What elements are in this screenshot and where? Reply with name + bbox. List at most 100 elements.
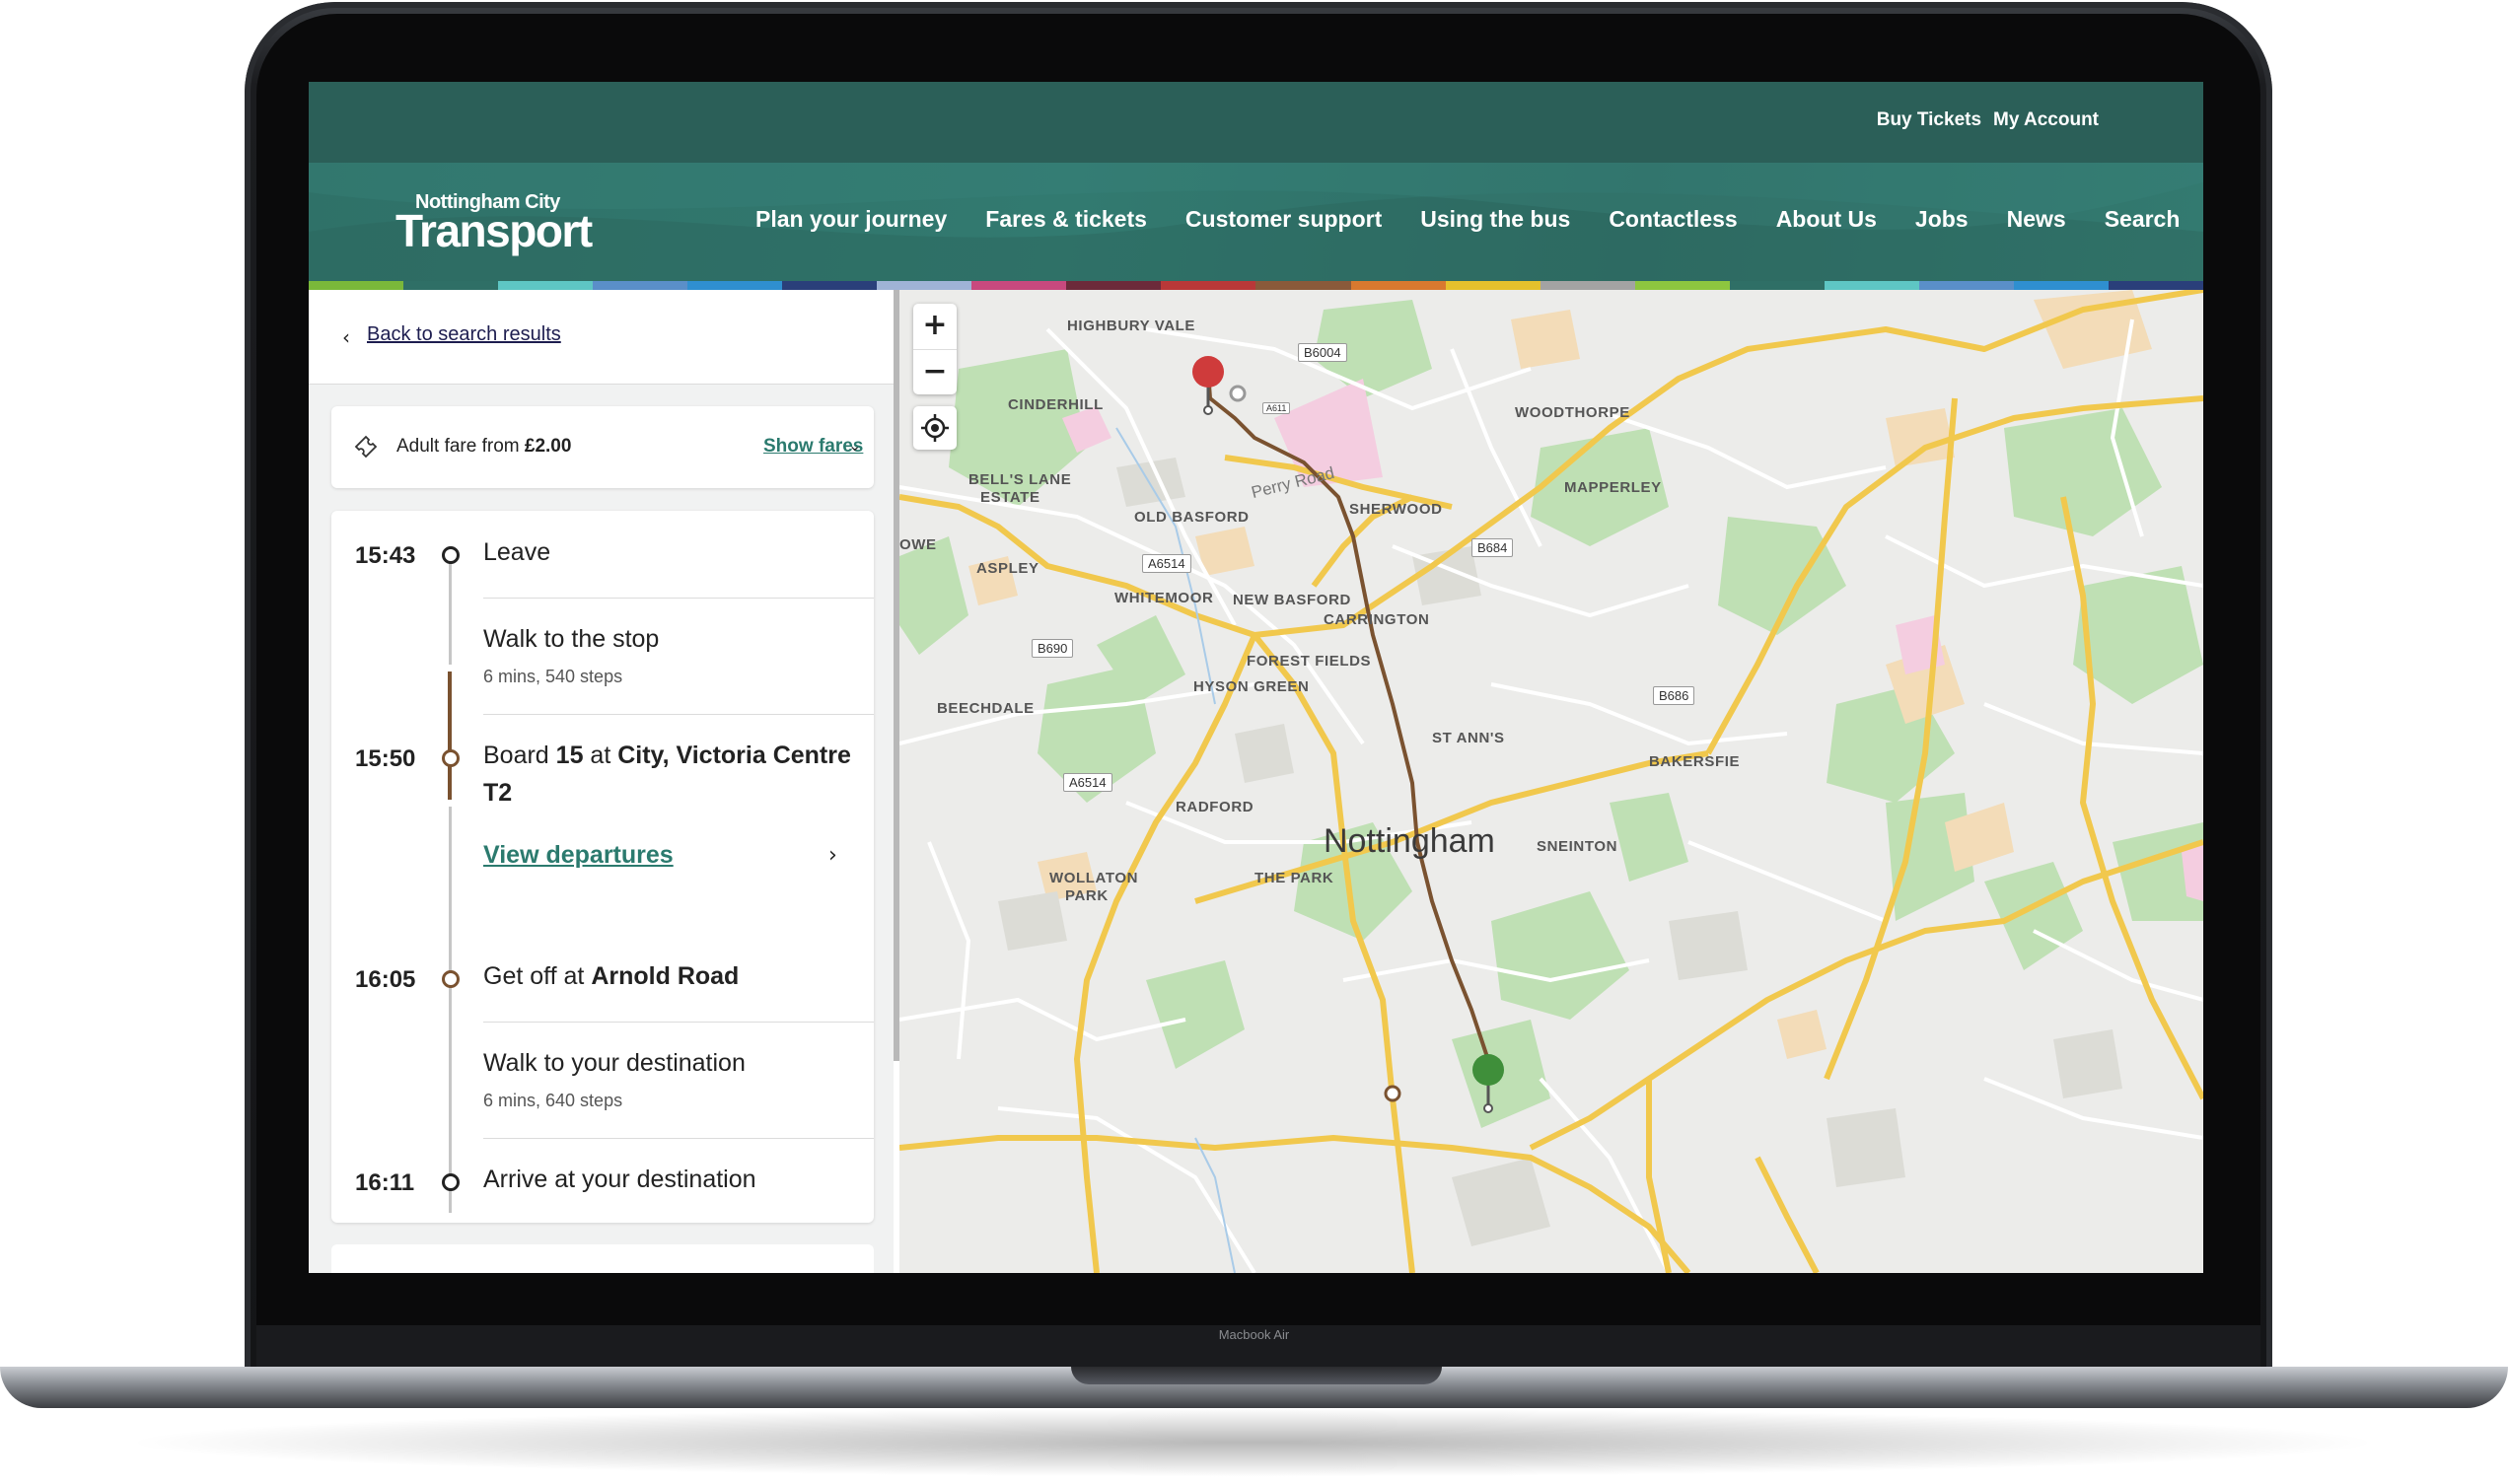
city-label: Nottingham bbox=[1324, 822, 1495, 860]
nav-contactless[interactable]: Contactless bbox=[1609, 206, 1737, 233]
area-label: ST ANN'S bbox=[1432, 730, 1505, 746]
stripe-segment bbox=[2013, 281, 2109, 290]
nav-about-us[interactable]: About Us bbox=[1776, 206, 1877, 233]
area-label: BAKERSFIE bbox=[1649, 753, 1741, 770]
stripe-segment bbox=[1729, 281, 1825, 290]
stripe-segment bbox=[2108, 281, 2203, 290]
nav-fares-tickets[interactable]: Fares & tickets bbox=[985, 206, 1147, 233]
road-number: A6514 bbox=[1142, 554, 1191, 573]
area-label: BEECHDALE bbox=[937, 700, 1035, 717]
area-label: SHERWOOD bbox=[1349, 501, 1443, 518]
walk-to-stop: Walk to the stop bbox=[483, 625, 660, 653]
nav-jobs[interactable]: Jobs bbox=[1915, 206, 1969, 233]
road-number: B690 bbox=[1032, 639, 1074, 658]
bus-line bbox=[448, 671, 452, 800]
divider bbox=[483, 714, 874, 715]
board-time: 15:50 bbox=[355, 745, 416, 772]
area-label: OLD BASFORD bbox=[1134, 509, 1250, 526]
stage: Macbook Air Buy Tickets My Account Notti… bbox=[0, 0, 2508, 1484]
back-bar: ‹ Back to search results bbox=[309, 290, 894, 385]
area-label: BELL'S LANE bbox=[968, 471, 1072, 488]
route-number: 15 bbox=[555, 742, 584, 769]
chevron-down-icon[interactable]: ⌄ bbox=[848, 436, 861, 455]
area-label: NEW BASFORD bbox=[1233, 592, 1351, 608]
walk-start-node bbox=[1229, 385, 1247, 402]
board-instruction: Board 15 at City, Victoria Centre T2 bbox=[483, 738, 858, 812]
origin-pin-icon[interactable] bbox=[1191, 355, 1225, 416]
stripe-segment bbox=[1255, 281, 1351, 290]
stripe-segment bbox=[1161, 281, 1256, 290]
stripe-segment bbox=[877, 281, 972, 290]
stripe-segment bbox=[309, 281, 404, 290]
road-number: A611 bbox=[1262, 402, 1291, 414]
view-departures-link[interactable]: View departures bbox=[483, 841, 674, 870]
chevron-right-icon[interactable]: › bbox=[828, 843, 837, 868]
fare-text: Adult fare from £2.00 bbox=[396, 436, 571, 458]
locate-button[interactable] bbox=[913, 406, 957, 450]
nav-news[interactable]: News bbox=[2007, 206, 2066, 233]
board-prefix: Board bbox=[483, 742, 556, 769]
walk-to-stop-detail: 6 mins, 540 steps bbox=[483, 667, 623, 686]
road-number: B684 bbox=[1471, 538, 1514, 557]
ticket-icon bbox=[354, 435, 378, 459]
area-label: THE PARK bbox=[1254, 870, 1334, 886]
zoom-out-button[interactable]: − bbox=[913, 349, 957, 394]
nav-plan-your-journey[interactable]: Plan your journey bbox=[755, 206, 947, 233]
area-label: MAPPERLEY bbox=[1564, 479, 1662, 496]
zoom-controls: + − bbox=[913, 304, 957, 394]
my-account-link[interactable]: My Account bbox=[1993, 109, 2099, 131]
divider bbox=[483, 598, 874, 599]
leave-label: Leave bbox=[483, 538, 551, 566]
road-number: B6004 bbox=[1298, 343, 1347, 362]
destination-pin-icon[interactable] bbox=[1471, 1053, 1505, 1114]
area-label: WOLLATON bbox=[1049, 870, 1139, 886]
back-to-results-link[interactable]: Back to search results bbox=[367, 323, 561, 346]
walk-line-2 bbox=[449, 814, 452, 1213]
buy-tickets-link[interactable]: Buy Tickets bbox=[1877, 109, 1981, 131]
journey-panel: ‹ Back to search results Adult fare from… bbox=[309, 290, 894, 1273]
walk-line-1 bbox=[449, 546, 452, 665]
stripe-segment bbox=[782, 281, 878, 290]
walk-to-destination: Walk to your destination bbox=[483, 1049, 746, 1077]
stripe-segment bbox=[1350, 281, 1446, 290]
utility-links: Buy Tickets My Account bbox=[1877, 109, 2099, 131]
area-label: SNEINTON bbox=[1537, 838, 1618, 855]
fare-summary: Adult fare from £2.00 Show fares ⌄ bbox=[331, 406, 874, 488]
zoom-in-button[interactable]: + bbox=[913, 304, 957, 349]
stripe-segment bbox=[1066, 281, 1162, 290]
board-mid: at bbox=[583, 742, 618, 769]
utility-bar: Buy Tickets My Account bbox=[309, 82, 2203, 163]
logo-line2: Transport bbox=[395, 205, 593, 256]
browser-screen: Buy Tickets My Account Nottingham City T… bbox=[309, 82, 2203, 1273]
area-label: ASPLEY bbox=[976, 560, 1039, 577]
area-label: HYSON GREEN bbox=[1193, 678, 1310, 695]
stripe-segment bbox=[1634, 281, 1730, 290]
area-label: CINDERHILL bbox=[1008, 396, 1104, 413]
divider bbox=[483, 1138, 874, 1139]
stripe-segment bbox=[498, 281, 594, 290]
chevron-left-icon: ‹ bbox=[342, 325, 350, 349]
nav-search[interactable]: Search bbox=[2105, 206, 2181, 233]
area-label: OWE bbox=[899, 536, 937, 553]
arrive-label: Arrive at your destination bbox=[483, 1166, 756, 1193]
getoff-node bbox=[442, 970, 460, 988]
getoff-prefix: Get off at bbox=[483, 962, 592, 990]
road-number: B686 bbox=[1653, 686, 1695, 705]
getoff-stop: Arnold Road bbox=[591, 962, 740, 990]
nav-using-the-bus[interactable]: Using the bus bbox=[1420, 206, 1570, 233]
area-label: HIGHBURY VALE bbox=[1067, 318, 1196, 334]
arrive-node bbox=[442, 1173, 460, 1191]
nav-customer-support[interactable]: Customer support bbox=[1185, 206, 1382, 233]
route-map[interactable]: HIGHBURY VALE CINDERHILL BELL'S LANE EST… bbox=[899, 290, 2203, 1273]
fare-prefix: Adult fare from bbox=[396, 436, 525, 457]
getoff-instruction: Get off at Arnold Road bbox=[483, 958, 739, 996]
site-logo[interactable]: Nottingham City Transport bbox=[395, 192, 593, 256]
leave-time: 15:43 bbox=[355, 542, 416, 569]
stripe-segment bbox=[593, 281, 688, 290]
stripe-segment bbox=[1918, 281, 2014, 290]
arrive-time: 16:11 bbox=[355, 1169, 415, 1196]
leave-node bbox=[442, 546, 460, 564]
area-label: WOODTHORPE bbox=[1515, 404, 1630, 421]
getoff-time: 16:05 bbox=[355, 966, 416, 993]
stripe-segment bbox=[1445, 281, 1541, 290]
